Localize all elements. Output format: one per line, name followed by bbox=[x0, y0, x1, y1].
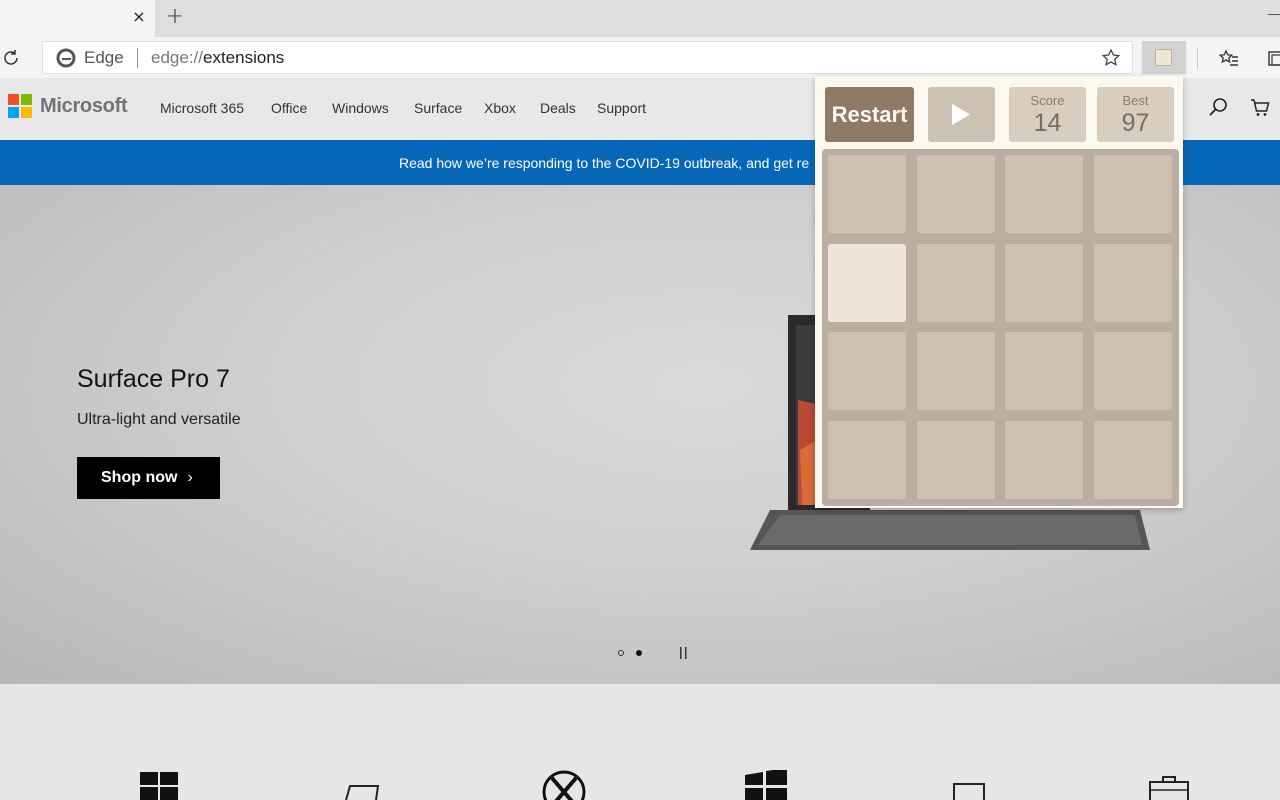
play-icon bbox=[952, 104, 970, 125]
carousel-dot-1[interactable] bbox=[618, 650, 624, 656]
covid-banner-text[interactable]: Read how we’re responding to the COVID-1… bbox=[399, 153, 809, 173]
empty-cell bbox=[828, 420, 906, 499]
empty-cell bbox=[916, 155, 995, 233]
new-tab-button[interactable]: + bbox=[163, 4, 187, 30]
best-value: 97 bbox=[1121, 109, 1150, 137]
empty-cell bbox=[1005, 420, 1083, 499]
extension-2048-icon[interactable] bbox=[1155, 49, 1172, 66]
nav-deals[interactable]: Deals bbox=[540, 98, 576, 118]
empty-cell bbox=[828, 332, 906, 410]
empty-cell bbox=[1093, 243, 1172, 322]
brand-name[interactable]: Microsoft bbox=[40, 94, 128, 119]
favorites-list-icon[interactable] bbox=[1218, 47, 1240, 69]
xbox-category-icon[interactable] bbox=[542, 770, 586, 800]
address-separator bbox=[137, 48, 138, 68]
score-label: Score bbox=[1030, 93, 1065, 108]
restart-button[interactable]: Restart bbox=[825, 87, 914, 142]
minimize-icon[interactable] bbox=[1268, 14, 1280, 15]
logo-square-blue bbox=[8, 107, 19, 118]
nav-microsoft-365[interactable]: Microsoft 365 bbox=[160, 98, 244, 118]
windows-logo-category-icon[interactable] bbox=[743, 770, 787, 800]
pause-icon[interactable] bbox=[679, 646, 689, 660]
tab-close-button[interactable]: × bbox=[128, 6, 150, 28]
logo-square-red bbox=[8, 94, 19, 105]
edge-icon bbox=[56, 48, 76, 68]
nav-office[interactable]: Office bbox=[271, 98, 307, 118]
empty-cell bbox=[1005, 243, 1083, 322]
hero-subtitle: Ultra-light and versatile bbox=[77, 411, 241, 428]
empty-cell bbox=[916, 332, 995, 410]
empty-cell bbox=[916, 243, 995, 322]
tab-strip bbox=[0, 0, 1280, 37]
logo-square-green bbox=[21, 94, 32, 105]
logo-square-yellow bbox=[21, 107, 32, 118]
nav-support[interactable]: Support bbox=[597, 98, 646, 118]
best-label: Best bbox=[1122, 93, 1149, 108]
score-value: 14 bbox=[1033, 109, 1062, 137]
category-strip bbox=[0, 684, 1280, 800]
cart-icon[interactable] bbox=[1249, 96, 1271, 118]
empty-cell bbox=[1093, 155, 1172, 233]
laptop-category-icon[interactable] bbox=[948, 770, 992, 800]
empty-cell bbox=[1093, 332, 1172, 410]
nav-windows[interactable]: Windows bbox=[332, 98, 389, 118]
business-category-icon[interactable] bbox=[1147, 770, 1191, 800]
favorite-star-icon[interactable] bbox=[1100, 47, 1122, 69]
empty-cell bbox=[1005, 332, 1083, 410]
site-identity-label[interactable]: Edge bbox=[84, 47, 124, 69]
url-scheme: edge:// bbox=[151, 48, 203, 67]
surface-category-icon[interactable] bbox=[338, 770, 382, 800]
search-icon[interactable] bbox=[1207, 96, 1229, 118]
empty-cell bbox=[1093, 420, 1172, 499]
carousel-dot-2[interactable] bbox=[636, 650, 642, 656]
url-text[interactable]: edge://extensions bbox=[151, 47, 284, 69]
shop-now-button[interactable]: Shop now › bbox=[77, 457, 220, 499]
url-host: extensions bbox=[203, 48, 285, 67]
windows-category-icon[interactable] bbox=[137, 770, 181, 800]
microsoft-logo-icon[interactable] bbox=[8, 94, 33, 119]
shop-now-label: Shop now bbox=[101, 469, 178, 486]
chevron-right-icon: › bbox=[187, 469, 193, 486]
hero-title: Surface Pro 7 bbox=[77, 365, 230, 393]
empty-cell bbox=[1005, 155, 1083, 233]
score-box: Score 14 bbox=[1009, 87, 1086, 142]
best-score-box: Best 97 bbox=[1097, 87, 1174, 142]
nav-xbox[interactable]: Xbox bbox=[484, 98, 516, 118]
empty-cell bbox=[828, 155, 906, 233]
nav-surface[interactable]: Surface bbox=[414, 98, 462, 118]
play-button[interactable] bbox=[928, 87, 995, 142]
collections-icon[interactable] bbox=[1266, 47, 1280, 69]
game-board[interactable] bbox=[822, 149, 1179, 506]
toolbar-divider bbox=[1197, 47, 1198, 69]
tile-2 bbox=[828, 243, 906, 322]
empty-cell bbox=[916, 420, 995, 499]
refresh-icon[interactable] bbox=[0, 47, 22, 69]
